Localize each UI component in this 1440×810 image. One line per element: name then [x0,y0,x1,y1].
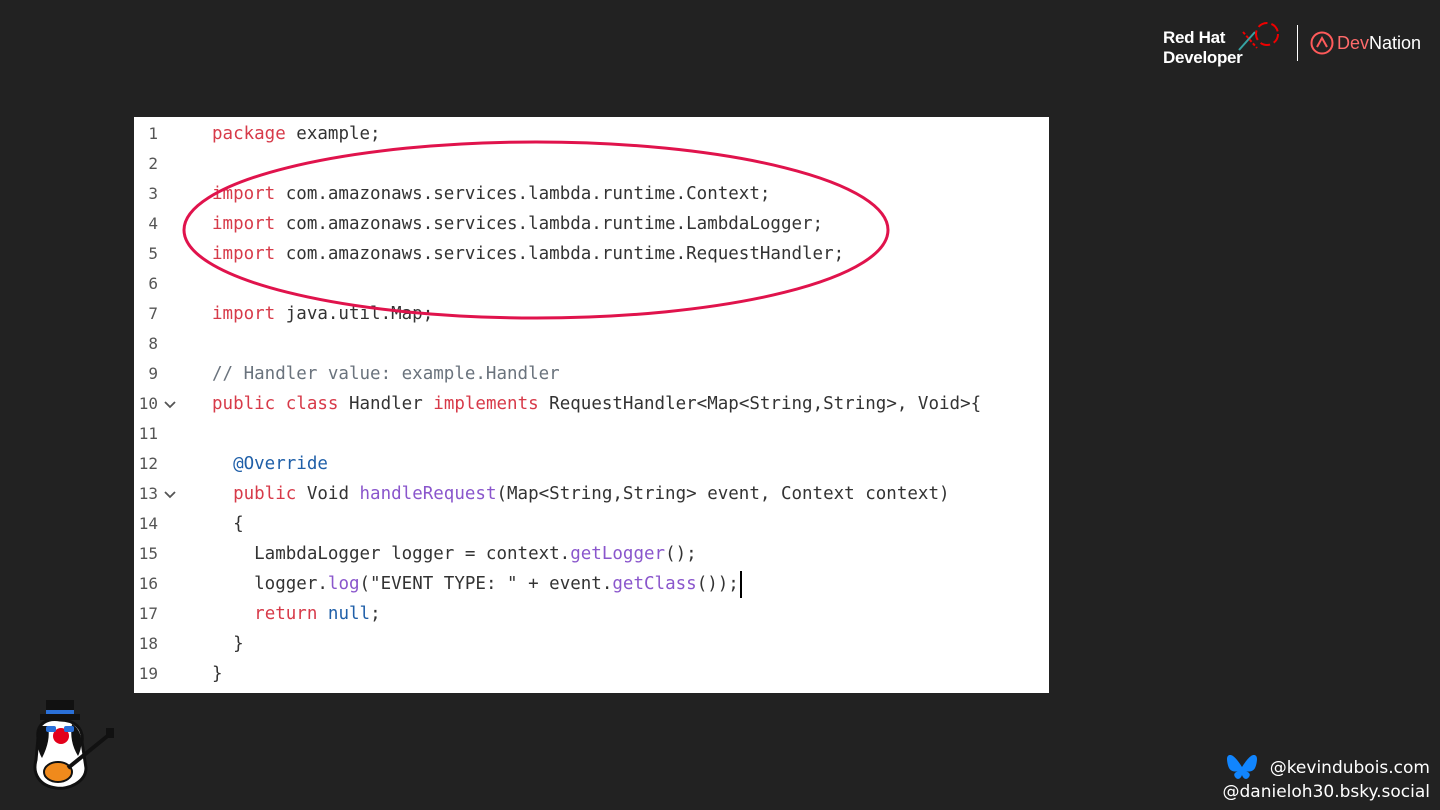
line-number: 19 [138,664,158,683]
code-text: return null; [254,604,381,624]
code-text: import java.util.Map; [212,304,434,324]
line-number: 6 [148,274,158,293]
code-line-11[interactable]: 11 [134,419,1049,449]
line-number: 13 [138,484,158,503]
redhat-swoosh-icon [1238,22,1279,51]
code-line-5[interactable]: 5 import com.amazonaws.services.lambda.ru… [134,239,1049,269]
line-number: 17 [138,604,158,623]
line-number: 8 [148,334,158,353]
line-number: 18 [138,634,158,653]
code-line-3[interactable]: 3 import com.amazonaws.services.lambda.ru… [134,179,1049,209]
code-line-10[interactable]: 10 public class Handler implements Reques… [134,389,1049,419]
line-number: 7 [148,304,158,323]
code-line-8[interactable]: 8 [134,329,1049,359]
code-line-18[interactable]: 18 } [134,629,1049,659]
line-number: 1 [148,124,158,143]
devnation-icon [1310,31,1334,55]
code-text: public Void handleRequest(Map<String,Str… [233,484,950,504]
line-number: 9 [148,364,158,383]
text-cursor [739,570,742,598]
line-number: 3 [148,184,158,203]
code-text: public class Handler implements RequestH… [212,394,982,414]
code-text: { [212,514,244,534]
code-text: import com.amazonaws.services.lambda.run… [212,244,845,264]
code-line-6[interactable]: 6 [134,269,1049,299]
social-handle-kevin: @kevindubois.com [1269,758,1430,778]
social-handle-daniel: @danieloh30.bsky.social [1222,782,1431,802]
line-number: 4 [148,214,158,233]
code-line-1[interactable]: 1 package example; [134,119,1049,149]
code-line-4[interactable]: 4 import com.amazonaws.services.lambda.ru… [134,209,1049,239]
line-number: 11 [138,424,158,443]
line-number: 14 [138,514,158,533]
fold-chevron-icon[interactable] [162,396,178,412]
code-text: LambdaLogger logger = context.getLogger(… [212,544,697,564]
line-number: 16 [138,574,158,593]
code-text: package example; [212,124,381,144]
devnation-dev-text: Dev [1337,33,1370,53]
code-line-12[interactable]: 12 @Override [134,449,1049,479]
code-line-13[interactable]: 13 public Void handleRequest(Map<String,… [134,479,1049,509]
code-line-16[interactable]: 16 logger.log("EVENT TYPE: " + event.get… [134,569,1049,599]
code-line-9[interactable]: 9 // Handler value: example.Handler [134,359,1049,389]
code-text: import com.amazonaws.services.lambda.run… [212,184,771,204]
code-line-19[interactable]: 19} [134,659,1049,689]
redhat-developer-logo: Red Hat Developer [1163,22,1283,70]
redhat-logo-line2: Developer [1163,48,1243,67]
redhat-logo-line1: Red Hat [1163,28,1226,47]
code-line-2[interactable]: 2 [134,149,1049,179]
code-text: import com.amazonaws.services.lambda.run… [212,214,824,234]
line-number: 15 [138,544,158,563]
line-number: 2 [148,154,158,173]
code-text: } [212,634,244,654]
code-text: @Override [233,454,328,474]
code-text: logger.log("EVENT TYPE: " + event.getCla… [212,569,742,599]
fold-chevron-icon[interactable] [162,486,178,502]
duke-mascot-image [28,698,118,798]
code-line-17[interactable]: 17 return null; [134,599,1049,629]
code-line-15[interactable]: 15 LambdaLogger logger = context.getLogg… [134,539,1049,569]
code-line-7[interactable]: 7 import java.util.Map; [134,299,1049,329]
line-number: 5 [148,244,158,263]
devnation-nation-text: Nation [1369,33,1422,53]
logo-divider [1297,25,1298,61]
code-text: // Handler value: example.Handler [212,364,560,384]
code-text: } [212,664,223,684]
line-number: 10 [138,394,158,413]
code-line-14[interactable]: 14 { [134,509,1049,539]
line-number: 12 [138,454,158,473]
code-editor-panel: 1 package example; 2 3 import com.amazonaws.… [134,117,1049,693]
